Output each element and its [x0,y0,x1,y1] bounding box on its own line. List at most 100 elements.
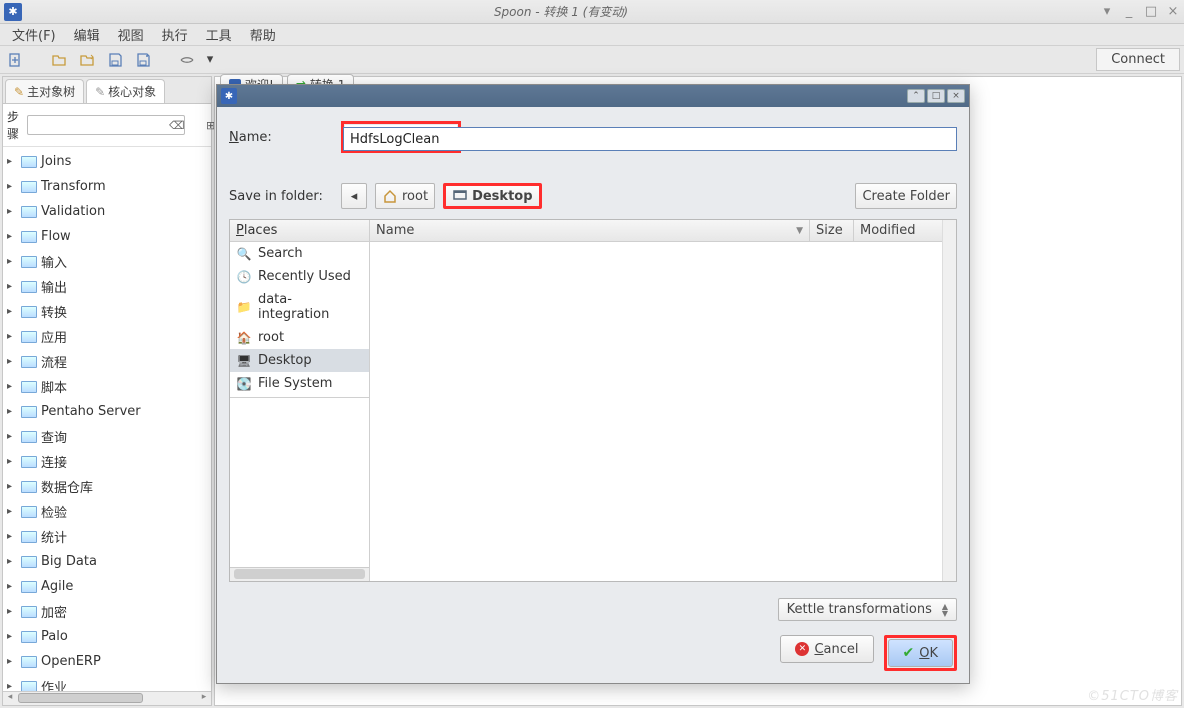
clock-icon: 🕓 [236,270,252,284]
filetype-label: Kettle transformations [787,602,932,617]
folder-icon [21,556,37,568]
tab-main-objects[interactable]: ✎主对象树 [5,79,84,103]
steps-tree[interactable]: ▸Joins ▸Transform ▸Validation ▸Flow ▸输入 … [3,147,211,691]
save-as-icon[interactable] [132,49,154,71]
tree-node: ▸连接 [3,449,211,474]
place-data-integration[interactable]: 📁data-integration [230,288,369,326]
dialog-close-icon[interactable]: × [947,89,965,103]
folder-icon [21,581,37,593]
menu-help[interactable]: 帮助 [242,23,284,46]
tree-node: ▸Flow [3,224,211,249]
folder-icon [21,206,37,218]
tree-node: ▸Joins [3,149,211,174]
tree-node: ▸Pentaho Server [3,399,211,424]
tree-node: ▸转换 [3,299,211,324]
desktop-icon [452,188,468,204]
place-recent[interactable]: 🕓Recently Used [230,265,369,288]
menu-edit[interactable]: 编辑 [66,23,108,46]
menu-view[interactable]: 视图 [110,23,152,46]
window-close-icon[interactable]: × [1166,4,1180,19]
ok-button[interactable]: ✔ OK [888,639,954,667]
folder-icon [21,406,37,418]
tab-label: 主对象树 [27,83,75,100]
menu-tools[interactable]: 工具 [198,23,240,46]
connect-button[interactable]: Connect [1096,48,1180,71]
search-input[interactable] [27,115,185,135]
path-desktop-button[interactable]: Desktop [443,183,541,209]
tree-node: ▸Agile [3,574,211,599]
tree-node: ▸数据仓库 [3,474,211,499]
col-size[interactable]: Size [810,220,854,241]
spinner-icon: ▲▼ [942,603,948,617]
save-in-label: Save in folder: [229,189,333,204]
check-icon: ✔ [903,645,915,661]
tab-label: 核心对象 [108,83,156,100]
folder-icon [21,381,37,393]
dialog-app-icon: ✱ [221,88,237,104]
folder-icon [21,481,37,493]
path-root-button[interactable]: root [375,183,435,209]
folder-icon [21,306,37,318]
places-scrollbar[interactable] [230,567,369,581]
filetype-selector[interactable]: Kettle transformations ▲▼ [778,598,957,621]
open-file-icon[interactable] [48,49,70,71]
name-input[interactable] [343,127,957,151]
perspective-dropdown-icon[interactable]: ▾ [204,49,216,71]
toolbar: ▾ Connect [0,46,1184,74]
ok-highlight: ✔ OK [884,635,958,671]
file-list-scrollbar[interactable] [942,220,956,581]
dialog-titlebar[interactable]: ✱ ⌃ □ × [217,85,969,107]
create-folder-button[interactable]: Create Folder [855,183,957,209]
home-icon [382,188,398,204]
dialog-maximize-icon[interactable]: □ [927,89,945,103]
col-modified[interactable]: Modified [854,220,942,241]
app-titlebar: ✱ Spoon - 转换 1 (有变动) ▾ _ □ × [0,0,1184,24]
place-filesystem[interactable]: 💽File System [230,372,369,395]
place-root[interactable]: 🏠root [230,326,369,349]
save-dialog: ✱ ⌃ □ × Name: Save in folder: ◂ root [216,84,970,684]
place-desktop[interactable]: 🖥Desktop [230,349,369,372]
file-list-header: Name▼ Size Modified [370,220,942,242]
cancel-button[interactable]: ✕ Cancel [780,635,873,663]
tree-node: ▸输入 [3,249,211,274]
folder-icon [21,281,37,293]
horizontal-scrollbar[interactable]: ◂▸ [3,691,211,705]
window-minimize-icon[interactable]: ▾ [1100,4,1114,19]
dialog-rollup-icon[interactable]: ⌃ [907,89,925,103]
save-icon[interactable] [104,49,126,71]
place-search[interactable]: 🔍Search [230,242,369,265]
tab-core-objects[interactable]: ✎核心对象 [86,79,165,103]
clear-search-icon[interactable]: ⌫ [169,119,185,132]
tree-node: ▸输出 [3,274,211,299]
menu-file[interactable]: 文件(F) [4,23,64,46]
tree-node: ▸查询 [3,424,211,449]
file-list-body[interactable] [370,242,942,581]
new-file-icon[interactable] [4,49,26,71]
tree-node: ▸应用 [3,324,211,349]
menu-run[interactable]: 执行 [154,23,196,46]
explore-icon[interactable] [76,49,98,71]
tree-node: ▸统计 [3,524,211,549]
file-browser: Places 🔍Search 🕓Recently Used 📁data-inte… [229,219,957,582]
window-maximize-icon[interactable]: □ [1144,4,1158,19]
tree-node: ▸作业 [3,674,211,691]
tree-node: ▸Validation [3,199,211,224]
app-icon: ✱ [4,3,22,21]
watermark: ©51CTO博客 [1087,685,1178,704]
folder-icon [21,431,37,443]
col-name[interactable]: Name▼ [370,220,810,241]
folder-icon [21,331,37,343]
perspective-icon[interactable] [176,49,198,71]
left-panel: ✎主对象树 ✎核心对象 步骤 ⌫ ⊞ ⊟ ▸Joins ▸Transform ▸… [2,76,212,706]
path-back-button[interactable]: ◂ [341,183,367,209]
folder-icon [21,681,37,692]
folder-icon [21,256,37,268]
sort-icon[interactable]: ▼ [796,226,803,236]
folder-icon [21,606,37,618]
folder-icon [21,181,37,193]
folder-icon [21,156,37,168]
tree-node: ▸Big Data [3,549,211,574]
folder-icon [21,231,37,243]
tree-node: ▸加密 [3,599,211,624]
window-restore-icon[interactable]: _ [1122,4,1136,19]
